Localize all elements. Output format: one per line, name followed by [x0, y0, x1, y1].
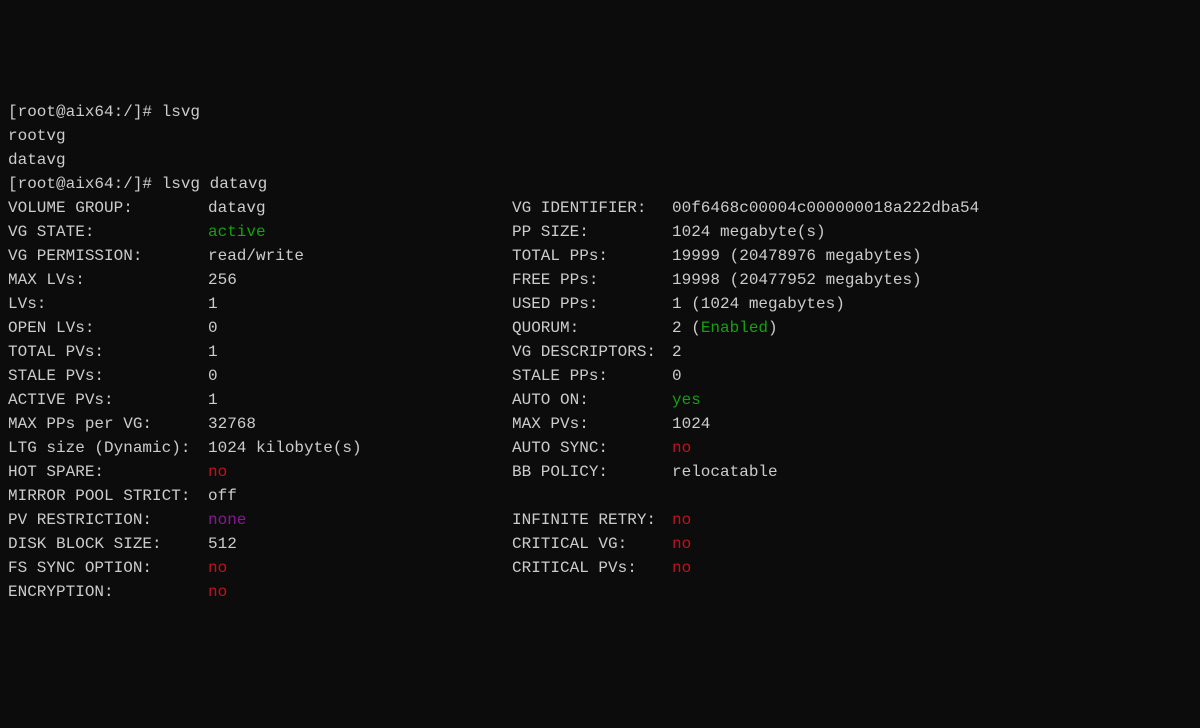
vg-row: TOTAL PVs:1 VG DESCRIPTORS:2: [8, 340, 1192, 364]
vg-value: 0: [208, 367, 218, 385]
vg-value: datavg: [208, 199, 266, 217]
vg-value: 512: [208, 535, 237, 553]
vg-row: VOLUME GROUP:datavg VG IDENTIFIER:00f6468…: [8, 196, 1192, 220]
vg-value: 256: [208, 271, 237, 289]
vg-label: PP SIZE:: [512, 220, 672, 244]
vg-label: VOLUME GROUP:: [8, 196, 208, 220]
vg-row: VG PERMISSION:read/write TOTAL PPs:19999 …: [8, 244, 1192, 268]
vg-value: active: [208, 223, 266, 241]
output-line: rootvg: [8, 124, 1192, 148]
vg-label: MAX PPs per VG:: [8, 412, 208, 436]
vg-value: 1024 megabyte(s): [672, 223, 826, 241]
vg-value: 1024 kilobyte(s): [208, 439, 362, 457]
vg-label: FS SYNC OPTION:: [8, 556, 208, 580]
shell-prompt: [root@aix64:/]#: [8, 103, 162, 121]
vg-row: OPEN LVs:0 QUORUM:2 (Enabled): [8, 316, 1192, 340]
vg-value: 1024: [672, 415, 710, 433]
vg-row: DISK BLOCK SIZE:512 CRITICAL VG:no: [8, 532, 1192, 556]
vg-label: OPEN LVs:: [8, 316, 208, 340]
vg-label: PV RESTRICTION:: [8, 508, 208, 532]
vg-value: 2: [672, 343, 682, 361]
vg-value: none: [208, 511, 246, 529]
vg-label: VG DESCRIPTORS:: [512, 340, 672, 364]
vg-row: PV RESTRICTION:none INFINITE RETRY:no: [8, 508, 1192, 532]
vg-label: QUORUM:: [512, 316, 672, 340]
vg-label: STALE PPs:: [512, 364, 672, 388]
vg-label: HOT SPARE:: [8, 460, 208, 484]
vg-value: read/write: [208, 247, 304, 265]
vg-value: no: [208, 583, 227, 601]
vg-label: INFINITE RETRY:: [512, 508, 672, 532]
vg-value: 19999 (20478976 megabytes): [672, 247, 922, 265]
vg-value: 1: [208, 295, 218, 313]
vg-row: LTG size (Dynamic):1024 kilobyte(s) AUTO …: [8, 436, 1192, 460]
vg-value: no: [672, 439, 691, 457]
vg-label: TOTAL PVs:: [8, 340, 208, 364]
terminal-output: [root@aix64:/]# lsvgrootvgdatavg[root@ai…: [8, 100, 1192, 604]
vg-row: ACTIVE PVs:1 AUTO ON:yes: [8, 388, 1192, 412]
vg-label: DISK BLOCK SIZE:: [8, 532, 208, 556]
vg-value: 32768: [208, 415, 256, 433]
vg-row: VG STATE:active PP SIZE:1024 megabyte(s): [8, 220, 1192, 244]
vg-label: ACTIVE PVs:: [8, 388, 208, 412]
vg-row: MAX LVs:256 FREE PPs:19998 (20477952 mega…: [8, 268, 1192, 292]
vg-label: ENCRYPTION:: [8, 580, 208, 604]
vg-value: no: [208, 463, 227, 481]
vg-label: LVs:: [8, 292, 208, 316]
vg-label: BB POLICY:: [512, 460, 672, 484]
vg-row: LVs:1 USED PPs:1 (1024 megabytes): [8, 292, 1192, 316]
shell-prompt: [root@aix64:/]#: [8, 175, 162, 193]
vg-value: yes: [672, 391, 701, 409]
vg-label: MAX PVs:: [512, 412, 672, 436]
command-text: lsvg datavg: [162, 175, 268, 193]
vg-label: CRITICAL PVs:: [512, 556, 672, 580]
vg-label: STALE PVs:: [8, 364, 208, 388]
vg-label: CRITICAL VG:: [512, 532, 672, 556]
vg-row: FS SYNC OPTION:noCRITICAL PVs:no: [8, 556, 1192, 580]
vg-label: TOTAL PPs:: [512, 244, 672, 268]
vg-value: 1 (1024 megabytes): [672, 295, 845, 313]
vg-label: VG STATE:: [8, 220, 208, 244]
vg-row: ENCRYPTION:no: [8, 580, 1192, 604]
vg-row: MAX PPs per VG:32768 MAX PVs:1024: [8, 412, 1192, 436]
vg-value: 00f6468c00004c000000018a222dba54: [672, 199, 979, 217]
vg-value: 1: [208, 343, 218, 361]
vg-value: no: [208, 559, 227, 577]
vg-label: FREE PPs:: [512, 268, 672, 292]
vg-label: AUTO SYNC:: [512, 436, 672, 460]
vg-value: relocatable: [672, 463, 778, 481]
vg-value: off: [208, 487, 237, 505]
vg-label: MIRROR POOL STRICT:: [8, 484, 208, 508]
vg-label: USED PPs:: [512, 292, 672, 316]
vg-label: VG PERMISSION:: [8, 244, 208, 268]
vg-value: 0: [672, 367, 682, 385]
vg-label: VG IDENTIFIER:: [512, 196, 672, 220]
vg-row: HOT SPARE:no BB POLICY:relocatable: [8, 460, 1192, 484]
vg-value: no: [672, 559, 691, 577]
prompt-line-2: [root@aix64:/]# lsvg datavg: [8, 172, 1192, 196]
vg-value: no: [672, 511, 691, 529]
vg-row: MIRROR POOL STRICT:off: [8, 484, 1192, 508]
prompt-line-1: [root@aix64:/]# lsvg: [8, 100, 1192, 124]
vg-label: MAX LVs:: [8, 268, 208, 292]
vg-label: AUTO ON:: [512, 388, 672, 412]
output-line: datavg: [8, 148, 1192, 172]
vg-label: LTG size (Dynamic):: [8, 436, 208, 460]
vg-value: no: [672, 535, 691, 553]
vg-row: STALE PVs:0STALE PPs:0: [8, 364, 1192, 388]
vg-value: 19998 (20477952 megabytes): [672, 271, 922, 289]
vg-value: 0: [208, 319, 218, 337]
vg-value: 1: [208, 391, 218, 409]
command-text: lsvg: [162, 103, 200, 121]
vg-value: 2 (Enabled): [672, 319, 778, 337]
